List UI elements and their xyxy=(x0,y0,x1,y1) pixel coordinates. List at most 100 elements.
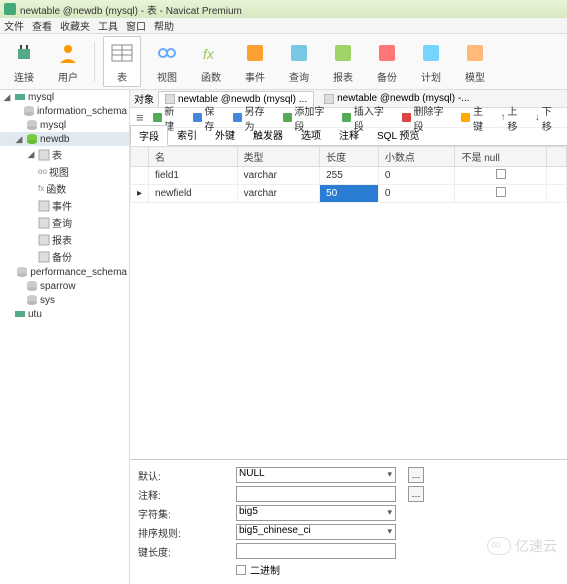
ribbon-clock[interactable]: 事件 xyxy=(237,37,273,86)
tree-item[interactable]: 报表 xyxy=(0,231,129,248)
sub-tab[interactable]: 注释 xyxy=(330,124,368,145)
menu-item[interactable]: 帮助 xyxy=(154,18,174,33)
cell-type[interactable]: varchar xyxy=(237,185,320,203)
prop-input[interactable] xyxy=(236,486,396,502)
sub-tab[interactable]: 字段 xyxy=(130,125,168,146)
tree-toggle[interactable]: ◢ xyxy=(26,149,36,160)
tree-icon xyxy=(26,119,38,131)
ribbon-view[interactable]: 视图 xyxy=(149,37,185,86)
tree-item[interactable]: utu xyxy=(0,307,129,321)
ribbon-report[interactable]: 报表 xyxy=(325,37,361,86)
ribbon-label: 表 xyxy=(117,69,127,84)
watermark-icon xyxy=(487,537,511,555)
toolbar-ribbon: 连接用户 表 视图fx函数事件 查询报表备份 计划 模型 xyxy=(0,34,567,90)
sub-tab[interactable]: SQL 预览 xyxy=(368,124,428,145)
backup-icon xyxy=(373,39,401,67)
tree-item[interactable]: oo视图 xyxy=(0,163,129,180)
prop-row: 字符集: big5 xyxy=(138,505,559,521)
tree-item[interactable]: performance_schema xyxy=(0,265,129,279)
addfield-icon xyxy=(282,112,293,123)
tree-label: 视图 xyxy=(49,164,69,179)
cell-notnull[interactable] xyxy=(455,185,547,203)
tree-item[interactable]: ◢ newdb xyxy=(0,132,129,146)
menu-item[interactable]: 收藏夹 xyxy=(60,18,90,33)
ribbon-table[interactable]: 表 xyxy=(103,36,141,87)
prop-select[interactable]: big5_chinese_ci xyxy=(236,524,396,540)
ribbon-user[interactable]: 用户 xyxy=(50,37,86,86)
search-icon xyxy=(285,39,313,67)
sub-tab[interactable]: 触发器 xyxy=(244,124,292,145)
prop-more-button[interactable]: … xyxy=(408,486,424,502)
sub-tab[interactable]: 外键 xyxy=(206,124,244,145)
hamburger-icon[interactable]: ≡ xyxy=(136,110,144,125)
prop-label: 注释: xyxy=(138,487,228,502)
sub-tab[interactable]: 选项 xyxy=(292,124,330,145)
prop-row: 注释: … xyxy=(138,486,559,502)
tree-item[interactable]: 查询 xyxy=(0,214,129,231)
table-row[interactable]: field1varchar2550 xyxy=(131,167,567,185)
menu-item[interactable]: 工具 xyxy=(98,18,118,33)
ribbon-fx[interactable]: fx函数 xyxy=(193,37,229,86)
tree-icon xyxy=(26,280,38,292)
ribbon-search[interactable]: 查询 xyxy=(281,37,317,86)
ribbon-plug[interactable]: 连接 xyxy=(6,37,42,86)
cell-name[interactable]: field1 xyxy=(149,167,238,185)
col-header[interactable]: 名 xyxy=(149,147,238,167)
model-icon xyxy=(461,39,489,67)
menu-item[interactable]: 查看 xyxy=(32,18,52,33)
ribbon-label: 备份 xyxy=(377,69,397,84)
save-icon xyxy=(192,112,203,123)
cell-type[interactable]: varchar xyxy=(237,167,320,185)
prop-select[interactable]: big5 xyxy=(236,505,396,521)
table-row[interactable]: ▸newfieldvarchar500 xyxy=(131,185,567,203)
prop-more-button[interactable]: … xyxy=(408,467,424,483)
ribbon-label: 用户 xyxy=(58,69,78,84)
checkbox-icon[interactable] xyxy=(496,169,506,179)
tree-item[interactable]: sparrow xyxy=(0,279,129,293)
pk-icon xyxy=(460,112,471,123)
tree-icon xyxy=(38,149,50,161)
cell-name[interactable]: newfield xyxy=(149,185,238,203)
tree-item[interactable]: fx函数 xyxy=(0,180,129,197)
menu-item[interactable]: 文件 xyxy=(4,18,24,33)
tree-item[interactable]: sys xyxy=(0,293,129,307)
tree-item[interactable]: mysql xyxy=(0,118,129,132)
tree-label: sparrow xyxy=(40,281,76,292)
tree-toggle[interactable]: ◢ xyxy=(14,134,24,145)
tree-item[interactable]: ◢表 xyxy=(0,146,129,163)
cell-notnull[interactable] xyxy=(455,167,547,185)
col-header[interactable]: 不是 null xyxy=(455,147,547,167)
prop-input[interactable] xyxy=(236,543,396,559)
tree-icon xyxy=(38,251,50,263)
tree-item[interactable]: information_schema xyxy=(0,104,129,118)
tree-item[interactable]: 备份 xyxy=(0,248,129,265)
col-header[interactable]: 小数点 xyxy=(378,147,455,167)
tree-toggle[interactable]: ◢ xyxy=(2,92,12,103)
cell-length[interactable]: 255 xyxy=(320,167,379,185)
ribbon-backup[interactable]: 备份 xyxy=(369,37,405,86)
col-header[interactable]: 长度 xyxy=(320,147,379,167)
field-grid: 名类型长度小数点不是 nullfield1varchar2550▸newfiel… xyxy=(130,146,567,459)
tree-icon xyxy=(38,217,50,229)
schedule-icon xyxy=(417,39,445,67)
checkbox-icon[interactable] xyxy=(496,187,506,197)
cell-decimals[interactable]: 0 xyxy=(378,167,455,185)
tree-item[interactable]: 事件 xyxy=(0,197,129,214)
tree-label: newdb xyxy=(40,134,69,145)
ribbon-label: 计划 xyxy=(421,69,441,84)
sub-tab[interactable]: 索引 xyxy=(168,124,206,145)
ribbon-model[interactable]: 模型 xyxy=(457,37,493,86)
prop-select[interactable]: NULL xyxy=(236,467,396,483)
sub-tabs: 字段索引外键触发器选项注释SQL 预览 xyxy=(130,128,567,146)
prop-label: 默认: xyxy=(138,468,228,483)
cell-length[interactable]: 50 xyxy=(320,185,379,203)
menu-item[interactable]: 窗口 xyxy=(126,18,146,33)
tree-item[interactable]: ◢mysql xyxy=(0,90,129,104)
properties-panel: 默认:NULL…注释:…字符集:big5排序规则:big5_chinese_ci… xyxy=(130,459,567,584)
col-header[interactable]: 类型 xyxy=(237,147,320,167)
ribbon-schedule[interactable]: 计划 xyxy=(413,37,449,86)
prop-checkbox[interactable]: 二进制 xyxy=(236,562,280,577)
ribbon-label: 事件 xyxy=(245,69,265,84)
prop-label: 字符集: xyxy=(138,506,228,521)
cell-decimals[interactable]: 0 xyxy=(378,185,455,203)
